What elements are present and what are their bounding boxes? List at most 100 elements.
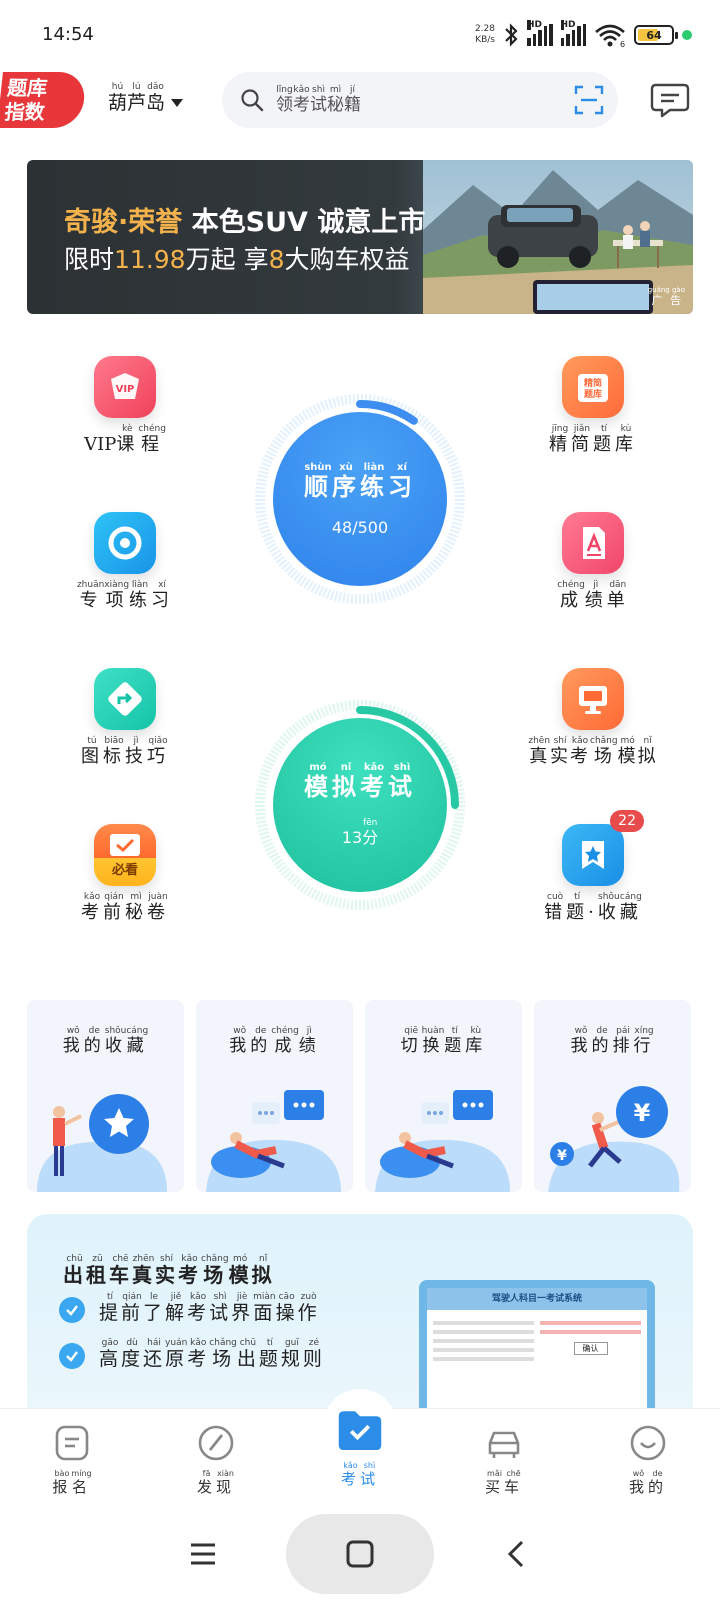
car-icon <box>488 1431 520 1458</box>
ruby-char: 现xiàn <box>216 1469 236 1496</box>
ad-banner[interactable]: 奇骏·荣誉 本色SUV 诚意上市 限时11.98万起 享8大购车权益 广告guǎ… <box>27 160 693 314</box>
real-exam-simulation-button[interactable]: 真zhēn实shí考kǎo场chǎng模mó拟nǐ <box>518 668 668 768</box>
my-ranking-card[interactable]: 我wǒ的de排pái行xíng ¥ ¥ <box>534 1000 691 1192</box>
search-bar[interactable]: 领lǐng考kǎo试shì秘mì籍jí <box>222 72 618 128</box>
concise-question-bank-button[interactable]: 精简 题库 精jīng简jiǎn题tí库kù <box>518 356 668 456</box>
ruby-char: 考kǎo <box>178 1254 201 1287</box>
search-icon <box>241 89 264 112</box>
my-favorites-card[interactable]: 我wǒ的de收shōu藏cáng <box>27 1000 184 1192</box>
ruby-char: 原yuán <box>165 1338 188 1370</box>
ruby-char: 模mó <box>304 762 332 801</box>
special-practice-button[interactable]: 专zhuān项xiàng练liàn习xí <box>50 512 200 612</box>
message-icon[interactable] <box>650 82 690 118</box>
ruby-char: 切qiē <box>400 1026 422 1056</box>
pre-exam-papers-button[interactable]: 必看 考kǎo前qián秘mì卷juàn <box>50 824 200 924</box>
mock-exam-button[interactable]: 模mó拟nǐ考kǎo试shì 13分fēn <box>255 700 465 910</box>
ruby-char: 前qián <box>121 1292 144 1324</box>
ruby-char: 拟nǐ <box>637 736 658 767</box>
tab-discover[interactable]: 发fā现xiàn <box>166 1423 266 1497</box>
ruby-char: 则zé <box>302 1338 325 1370</box>
smile-icon <box>630 1425 666 1461</box>
city-selector[interactable]: 葫hú芦lú岛dǎo <box>108 82 184 115</box>
concise-bank-icon: 精简 题库 <box>562 356 624 418</box>
switch-question-bank-card[interactable]: 切qiē换huàn题tí库kù <box>365 1000 522 1192</box>
check-icon <box>59 1343 85 1369</box>
svg-text:¥: ¥ <box>557 1148 567 1164</box>
tab-mine[interactable]: 我wǒ的de <box>598 1423 698 1497</box>
svg-text:必看: 必看 <box>111 862 138 878</box>
ruby-char: 高gāo <box>99 1338 122 1370</box>
ruby-char: 芦lú <box>127 82 147 114</box>
my-scores-card[interactable]: 我wǒ的de成chéng绩jì <box>196 1000 353 1192</box>
banner-subline: 限时11.98万起 享8大购车权益 <box>64 245 410 274</box>
ruby-char: 车chē <box>109 1254 132 1287</box>
ruby-char: 单dān <box>606 580 629 611</box>
ruby-char: 了le <box>143 1292 166 1324</box>
tab-exam[interactable]: 考kǎo试shì <box>310 1405 410 1489</box>
menu-icon[interactable] <box>188 1539 218 1569</box>
home-square-icon <box>346 1540 374 1568</box>
ruby-char: 题tí <box>593 424 615 455</box>
practice-progress-text: 48/500 <box>331 517 389 537</box>
back-icon[interactable] <box>502 1539 532 1569</box>
ruby-char: 出chū <box>63 1254 86 1287</box>
ruby-char: 解jiě <box>165 1292 188 1324</box>
taxi-exam-simulation-promo[interactable]: 出chū租zū车chē真zhēn实shí考kǎo场chǎng模mó拟nǐ 提tí… <box>27 1214 693 1410</box>
ruby-char: 题tí <box>258 1338 281 1370</box>
ruby-char: 我wǒ <box>229 1026 251 1056</box>
promo-feature-2: 高gāo度dù还hái原yuán考kǎo场chǎng出chū题tí规guī则zé <box>59 1338 325 1371</box>
ruby-char: 车chē <box>504 1469 524 1496</box>
ruby-char: 界jiè <box>231 1292 254 1324</box>
mistakes-favorites-button[interactable]: 22 错cuò题tí·收shōu藏cáng <box>518 810 668 924</box>
privacy-indicator <box>682 30 692 40</box>
status-icons: 2.28 KB/s HD HD 6 64 <box>475 18 692 52</box>
ruby-char: 我wǒ <box>62 1026 84 1056</box>
folder-check-icon <box>338 1411 382 1450</box>
status-time: 14:54 <box>42 24 94 45</box>
home-button[interactable] <box>286 1514 434 1594</box>
ruby-char: 操cāo <box>275 1292 298 1324</box>
ruby-char: 标biāo <box>103 736 125 767</box>
ruby-char: 程chéng <box>138 424 166 455</box>
ruby-char: 真zhēn <box>528 736 551 767</box>
bluetooth-icon <box>505 23 518 47</box>
bottom-tab-bar: 报bào名míng 发fā现xiàn 考kǎo试shì 买mǎi车chē 我wǒ… <box>0 1389 720 1508</box>
grade-report-icon <box>562 512 624 574</box>
sign-tips-button[interactable]: 图tú标biāo技jì巧qiǎo <box>50 668 200 768</box>
score-report-button[interactable]: 成chéng绩jì单dān <box>518 512 668 612</box>
ruby-char: 绩jì <box>298 1026 320 1056</box>
svg-text:VIP: VIP <box>116 384 135 395</box>
ruby-char: 简jiǎn <box>571 424 593 455</box>
ruby-char: 错cuò <box>544 892 567 923</box>
ruby-char: 序xù <box>332 461 360 501</box>
city-name: 葫hú芦lú岛dǎo <box>108 82 165 115</box>
ruby-char: 的de <box>648 1469 668 1496</box>
ruby-char: 题tí <box>444 1026 466 1056</box>
ruby-char: 习xí <box>388 461 416 501</box>
ruby-char: 换huàn <box>421 1026 445 1056</box>
ruby-char: 成chéng <box>557 580 585 611</box>
ruby-char: 收shōu <box>104 1026 127 1056</box>
ruby-char: 排pái <box>612 1026 634 1056</box>
ruby-char: 规guī <box>280 1338 303 1370</box>
tab-buy-car[interactable]: 买mǎi车chē <box>454 1423 554 1497</box>
ruby-char: 成chéng <box>271 1026 299 1056</box>
ruby-char: 我wǒ <box>570 1026 592 1056</box>
ruby-char: 场chǎng <box>209 1338 237 1370</box>
ruby-char: 面miàn <box>253 1292 276 1324</box>
status-bar: 14:54 2.28 KB/s HD HD 6 64 <box>0 0 720 70</box>
wifi-icon: 6 <box>595 24 625 47</box>
scan-icon[interactable] <box>574 85 604 115</box>
tiku-index-logo[interactable]: 题库 指数 <box>0 72 87 128</box>
vip-icon: VIP <box>94 356 156 418</box>
ruby-char: 考kǎo <box>187 1338 210 1370</box>
caret-down-icon <box>171 99 184 107</box>
vip-course-button[interactable]: VIP VIP课kè程chéng <box>50 356 200 456</box>
ruby-char: 库kù <box>615 424 637 455</box>
sequential-practice-button[interactable]: 顺shùn序xù练liàn习xí 48/500 <box>255 394 465 604</box>
ruby-char: 真zhēn <box>132 1254 155 1287</box>
exam-score-text: 13分fēn <box>341 818 379 847</box>
banner-headline: 奇骏·荣誉 本色SUV 诚意上市 <box>64 207 426 238</box>
tab-register[interactable]: 报bào名míng <box>22 1423 122 1497</box>
ruby-char: 葫hú <box>108 82 128 114</box>
